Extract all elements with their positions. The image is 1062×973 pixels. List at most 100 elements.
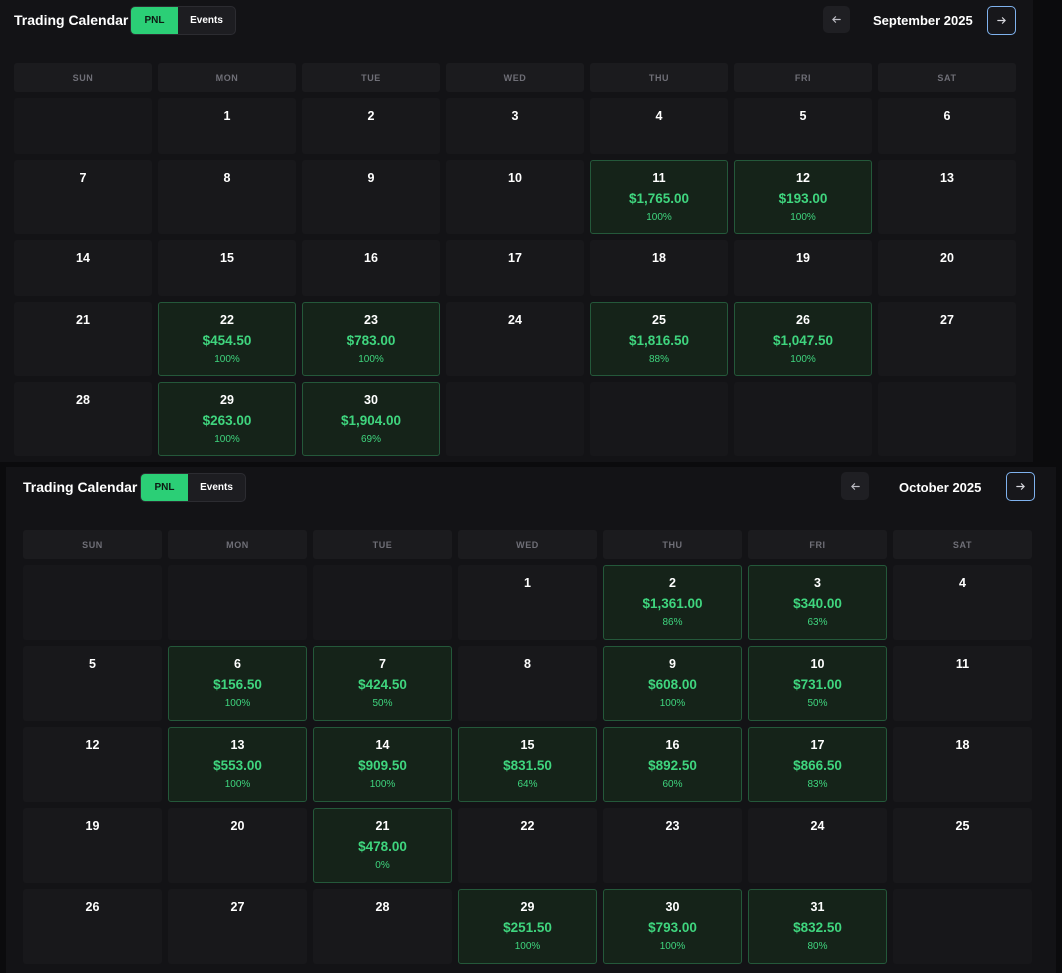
trading-day-cell[interactable]: 30 $793.00 100% [603,889,742,964]
empty-day-cell [893,889,1032,964]
trading-day-cell[interactable]: 6 $156.50 100% [168,646,307,721]
trading-day-cell[interactable]: 22 $454.50 100% [158,302,296,376]
next-month-button[interactable] [987,6,1016,35]
day-cell[interactable]: 9 [302,160,440,234]
trading-day-cell[interactable]: 31 $832.50 80% [748,889,887,964]
calendar-panel-september: Trading Calendar PNL Events September 20… [0,0,1033,462]
month-label: September 2025 [873,13,973,28]
events-toggle-button[interactable]: Events [188,474,245,501]
weekday-header: SAT [878,63,1016,92]
day-number: 22 [220,313,234,327]
trading-day-cell[interactable]: 25 $1,816.50 88% [590,302,728,376]
day-pnl: $793.00 [648,920,697,935]
day-pnl: $424.50 [358,677,407,692]
day-cell[interactable]: 3 [446,98,584,154]
trading-day-cell[interactable]: 23 $783.00 100% [302,302,440,376]
day-cell[interactable]: 25 [893,808,1032,883]
day-win-rate: 69% [360,434,381,445]
day-cell[interactable]: 22 [458,808,597,883]
day-number: 26 [796,313,810,327]
day-cell[interactable]: 28 [313,889,452,964]
trading-day-cell[interactable]: 12 $193.00 100% [734,160,872,234]
day-cell[interactable]: 10 [446,160,584,234]
trading-day-cell[interactable]: 13 $553.00 100% [168,727,307,802]
calendar-grid: SUN MON TUE WED THU FRI SAT 1 2 $1,361.00 86% 3 $340… [23,530,1032,964]
day-cell[interactable]: 1 [458,565,597,640]
day-cell[interactable]: 6 [878,98,1016,154]
trading-day-cell[interactable]: 14 $909.50 100% [313,727,452,802]
day-cell[interactable]: 18 [590,240,728,296]
day-cell[interactable]: 19 [734,240,872,296]
day-win-rate: 100% [659,941,686,952]
day-number: 3 [814,576,821,590]
day-cell[interactable]: 15 [158,240,296,296]
day-cell[interactable]: 8 [458,646,597,721]
day-number: 9 [367,171,375,185]
day-cell[interactable]: 17 [446,240,584,296]
day-cell[interactable]: 27 [168,889,307,964]
day-cell[interactable]: 19 [23,808,162,883]
day-cell[interactable]: 4 [590,98,728,154]
prev-month-button[interactable] [823,6,850,33]
prev-month-button[interactable] [841,472,869,500]
trading-day-cell[interactable]: 29 $263.00 100% [158,382,296,456]
day-number: 8 [524,657,531,671]
day-cell[interactable]: 18 [893,727,1032,802]
day-cell[interactable]: 2 [302,98,440,154]
view-toggle: PNL Events [140,473,246,502]
day-number: 31 [810,900,825,914]
day-number: 30 [665,900,680,914]
trading-day-cell[interactable]: 11 $1,765.00 100% [590,160,728,234]
empty-day-cell [446,382,584,456]
day-cell[interactable]: 14 [14,240,152,296]
day-pnl: $251.50 [503,920,552,935]
day-number: 14 [375,738,390,752]
day-cell[interactable]: 26 [23,889,162,964]
day-cell[interactable]: 8 [158,160,296,234]
day-number: 21 [375,819,390,833]
weekday-header: THU [603,530,742,559]
day-cell[interactable]: 4 [893,565,1032,640]
day-number: 16 [665,738,680,752]
day-cell[interactable]: 12 [23,727,162,802]
weekday-header: WED [458,530,597,559]
day-cell[interactable]: 13 [878,160,1016,234]
trading-day-cell[interactable]: 2 $1,361.00 86% [603,565,742,640]
trading-day-cell[interactable]: 3 $340.00 63% [748,565,887,640]
trading-day-cell[interactable]: 21 $478.00 0% [313,808,452,883]
arrow-right-icon [997,17,1006,24]
pnl-toggle-button[interactable]: PNL [141,474,188,501]
next-month-button[interactable] [1006,472,1035,501]
day-cell[interactable]: 24 [446,302,584,376]
day-cell[interactable]: 7 [14,160,152,234]
trading-day-cell[interactable]: 29 $251.50 100% [458,889,597,964]
day-cell[interactable]: 16 [302,240,440,296]
day-cell[interactable]: 5 [23,646,162,721]
trading-day-cell[interactable]: 7 $424.50 50% [313,646,452,721]
day-cell[interactable]: 24 [748,808,887,883]
day-cell[interactable]: 20 [168,808,307,883]
trading-day-cell[interactable]: 30 $1,904.00 69% [302,382,440,456]
day-cell[interactable]: 28 [14,382,152,456]
day-pnl: $831.50 [503,758,552,773]
day-number: 18 [652,251,666,265]
day-win-rate: 88% [648,354,669,365]
day-cell[interactable]: 23 [603,808,742,883]
day-number: 25 [955,819,970,833]
pnl-toggle-button[interactable]: PNL [131,7,178,34]
events-toggle-button[interactable]: Events [178,7,235,34]
trading-day-cell[interactable]: 16 $892.50 60% [603,727,742,802]
trading-day-cell[interactable]: 15 $831.50 64% [458,727,597,802]
day-cell[interactable]: 11 [893,646,1032,721]
trading-day-cell[interactable]: 10 $731.00 50% [748,646,887,721]
day-cell[interactable]: 27 [878,302,1016,376]
trading-day-cell[interactable]: 9 $608.00 100% [603,646,742,721]
day-cell[interactable]: 20 [878,240,1016,296]
day-cell[interactable]: 5 [734,98,872,154]
day-win-rate: 100% [646,212,672,223]
trading-day-cell[interactable]: 26 $1,047.50 100% [734,302,872,376]
day-cell[interactable]: 21 [14,302,152,376]
empty-day-cell [23,565,162,640]
day-cell[interactable]: 1 [158,98,296,154]
trading-day-cell[interactable]: 17 $866.50 83% [748,727,887,802]
